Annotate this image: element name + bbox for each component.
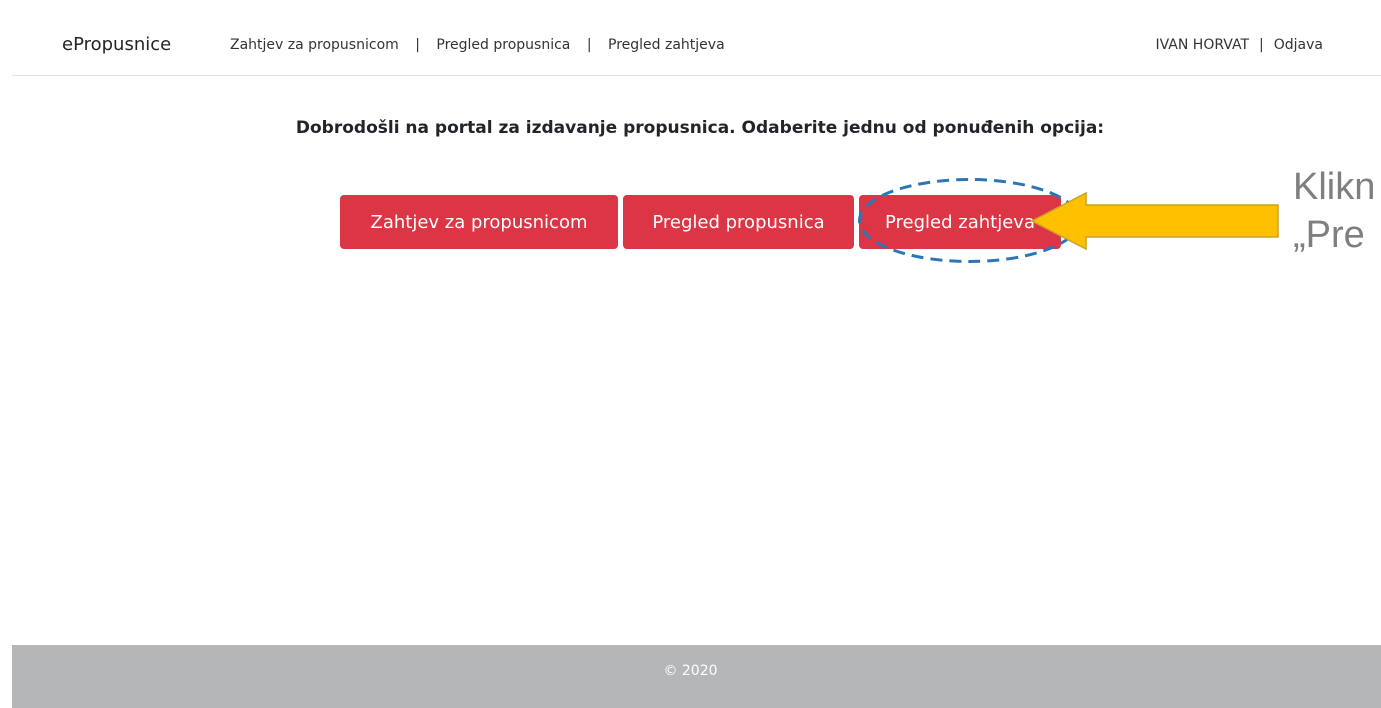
top-navbar: ePropusnice Zahtjev za propusnicom | Pre… — [12, 0, 1381, 76]
brand-link[interactable]: ePropusnice — [62, 34, 171, 55]
nav-link-pregled-zahtjeva[interactable]: Pregled zahtjeva — [608, 37, 725, 53]
nav-link-zahtjev-za-propusnicom[interactable]: Zahtjev za propusnicom — [230, 37, 399, 53]
callout-text: Klikn „Pre — [1293, 163, 1381, 259]
nav-separator: | — [415, 37, 420, 53]
user-area: IVAN HORVAT | Odjava — [1155, 37, 1323, 53]
nav-links: Zahtjev za propusnicom | Pregled propusn… — [230, 37, 725, 53]
pregled-propusnica-button[interactable]: Pregled propusnica — [623, 195, 854, 249]
user-name: IVAN HORVAT — [1155, 37, 1250, 53]
logout-link[interactable]: Odjava — [1274, 37, 1323, 53]
welcome-message: Dobrodošli na portal za izdavanje propus… — [295, 118, 1105, 138]
nav-link-pregled-propusnica[interactable]: Pregled propusnica — [436, 37, 570, 53]
footer-copyright: © 2020 — [663, 663, 718, 679]
nav-separator: | — [586, 37, 592, 53]
pointer-arrow-icon — [1030, 191, 1279, 251]
callout-line-2: „Pre — [1293, 214, 1365, 256]
zahtjev-za-propusnicom-button[interactable]: Zahtjev za propusnicom — [340, 195, 618, 249]
callout-line-1: Klikn — [1293, 166, 1376, 208]
nav-separator: | — [1259, 37, 1264, 53]
